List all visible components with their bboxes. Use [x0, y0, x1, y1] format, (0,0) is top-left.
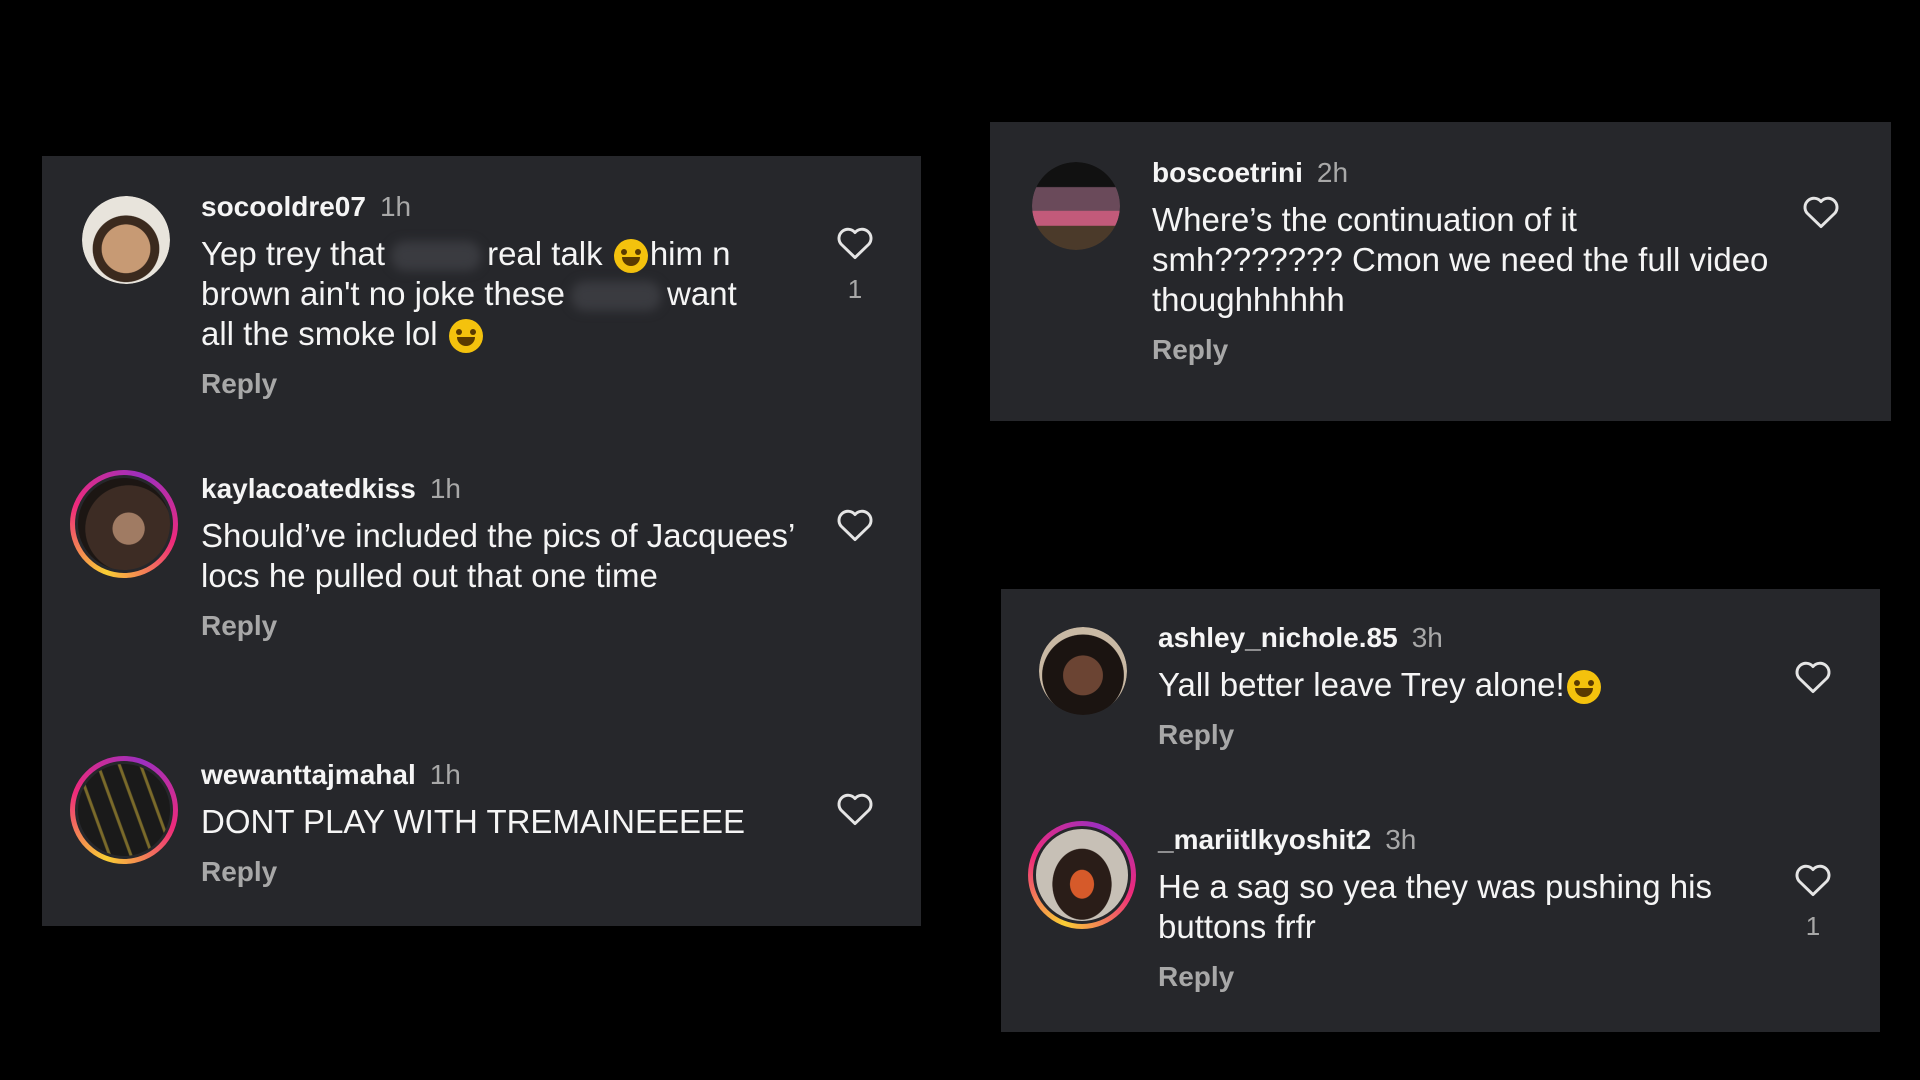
- timestamp: 1h: [429, 473, 461, 504]
- like-control: [833, 506, 877, 542]
- avatar[interactable]: [82, 196, 170, 284]
- reply-button[interactable]: Reply: [1152, 334, 1772, 366]
- heart-outline-icon[interactable]: [1793, 658, 1833, 694]
- timestamp: 3h: [1385, 824, 1417, 855]
- avatar[interactable]: [70, 470, 178, 578]
- reply-button[interactable]: Reply: [1158, 961, 1778, 993]
- reply-button[interactable]: Reply: [1158, 719, 1778, 751]
- reply-button[interactable]: Reply: [201, 610, 801, 642]
- comments-panel-bottom-right: ashley_nichole.85 3h Yall better leave Tr…: [1001, 589, 1880, 1032]
- laughing-emoji-icon: [1566, 670, 1601, 705]
- avatar[interactable]: [1032, 162, 1120, 250]
- comment-text: Where’s the continuation of it smh??????…: [1152, 201, 1769, 318]
- redacted-word: [571, 281, 662, 312]
- rolling-laughing-emoji-icon: [448, 319, 483, 354]
- like-control: 1: [1791, 861, 1835, 942]
- redacted-word: [391, 241, 482, 272]
- username[interactable]: wewanttajmahal: [201, 759, 416, 790]
- like-count: 1: [847, 274, 863, 304]
- avatar-photo: [1039, 627, 1127, 715]
- timestamp: 3h: [1411, 622, 1443, 653]
- timestamp: 2h: [1316, 157, 1349, 188]
- avatar-photo: [75, 761, 173, 859]
- heart-outline-icon[interactable]: [835, 506, 875, 542]
- comment-text: Should’ve included the pics of Jacquees’…: [201, 517, 795, 594]
- timestamp: 1h: [379, 191, 412, 222]
- timestamp: 1h: [429, 759, 461, 790]
- comment-content: boscoetrini 2h Where’s the continuation o…: [1152, 156, 1772, 366]
- comment-content: kaylacoatedkiss 1h Should’ve included the…: [201, 472, 801, 642]
- like-control: [833, 790, 877, 826]
- comment-text: Yep trey that real talk him n brown ain't…: [201, 235, 737, 354]
- avatar[interactable]: [1028, 821, 1136, 929]
- username[interactable]: boscoetrini: [1152, 157, 1303, 188]
- username[interactable]: _mariitlkyoshit2: [1158, 824, 1371, 855]
- avatar[interactable]: [1039, 627, 1127, 715]
- like-control: [1791, 658, 1835, 694]
- comment-content: _mariitlkyoshit2 3h He a sag so yea they …: [1158, 823, 1778, 993]
- username[interactable]: socooldre07: [201, 191, 366, 222]
- like-control: 1: [833, 224, 877, 305]
- avatar[interactable]: [70, 756, 178, 864]
- avatar-photo: [1033, 826, 1131, 924]
- comment-content: wewanttajmahal 1h DONT PLAY WITH TREMAINE…: [201, 758, 801, 888]
- comments-panel-top-right: boscoetrini 2h Where’s the continuation o…: [990, 122, 1891, 421]
- comment-content: ashley_nichole.85 3h Yall better leave Tr…: [1158, 621, 1778, 751]
- comments-panel-left: socooldre07 1h Yep trey that real talk him…: [42, 156, 921, 926]
- reply-button[interactable]: Reply: [201, 368, 801, 400]
- username[interactable]: kaylacoatedkiss: [201, 473, 416, 504]
- heart-outline-icon[interactable]: [1793, 861, 1833, 897]
- username[interactable]: ashley_nichole.85: [1158, 622, 1398, 653]
- heart-outline-icon[interactable]: [835, 224, 875, 260]
- like-control: [1799, 193, 1843, 229]
- avatar-photo: [75, 475, 173, 573]
- comment-text: He a sag so yea they was pushing his but…: [1158, 868, 1712, 945]
- comment-text: DONT PLAY WITH TREMAINEEEEE: [201, 803, 746, 840]
- reply-button[interactable]: Reply: [201, 856, 801, 888]
- heart-outline-icon[interactable]: [835, 790, 875, 826]
- avatar-photo: [82, 196, 170, 284]
- avatar-photo: [1032, 162, 1120, 250]
- like-count: 1: [1805, 911, 1821, 941]
- laughing-emoji-icon: [613, 239, 648, 274]
- heart-outline-icon[interactable]: [1801, 193, 1841, 229]
- comment-content: socooldre07 1h Yep trey that real talk him…: [201, 190, 801, 400]
- comment-text: Yall better leave Trey alone!: [1158, 665, 1778, 705]
